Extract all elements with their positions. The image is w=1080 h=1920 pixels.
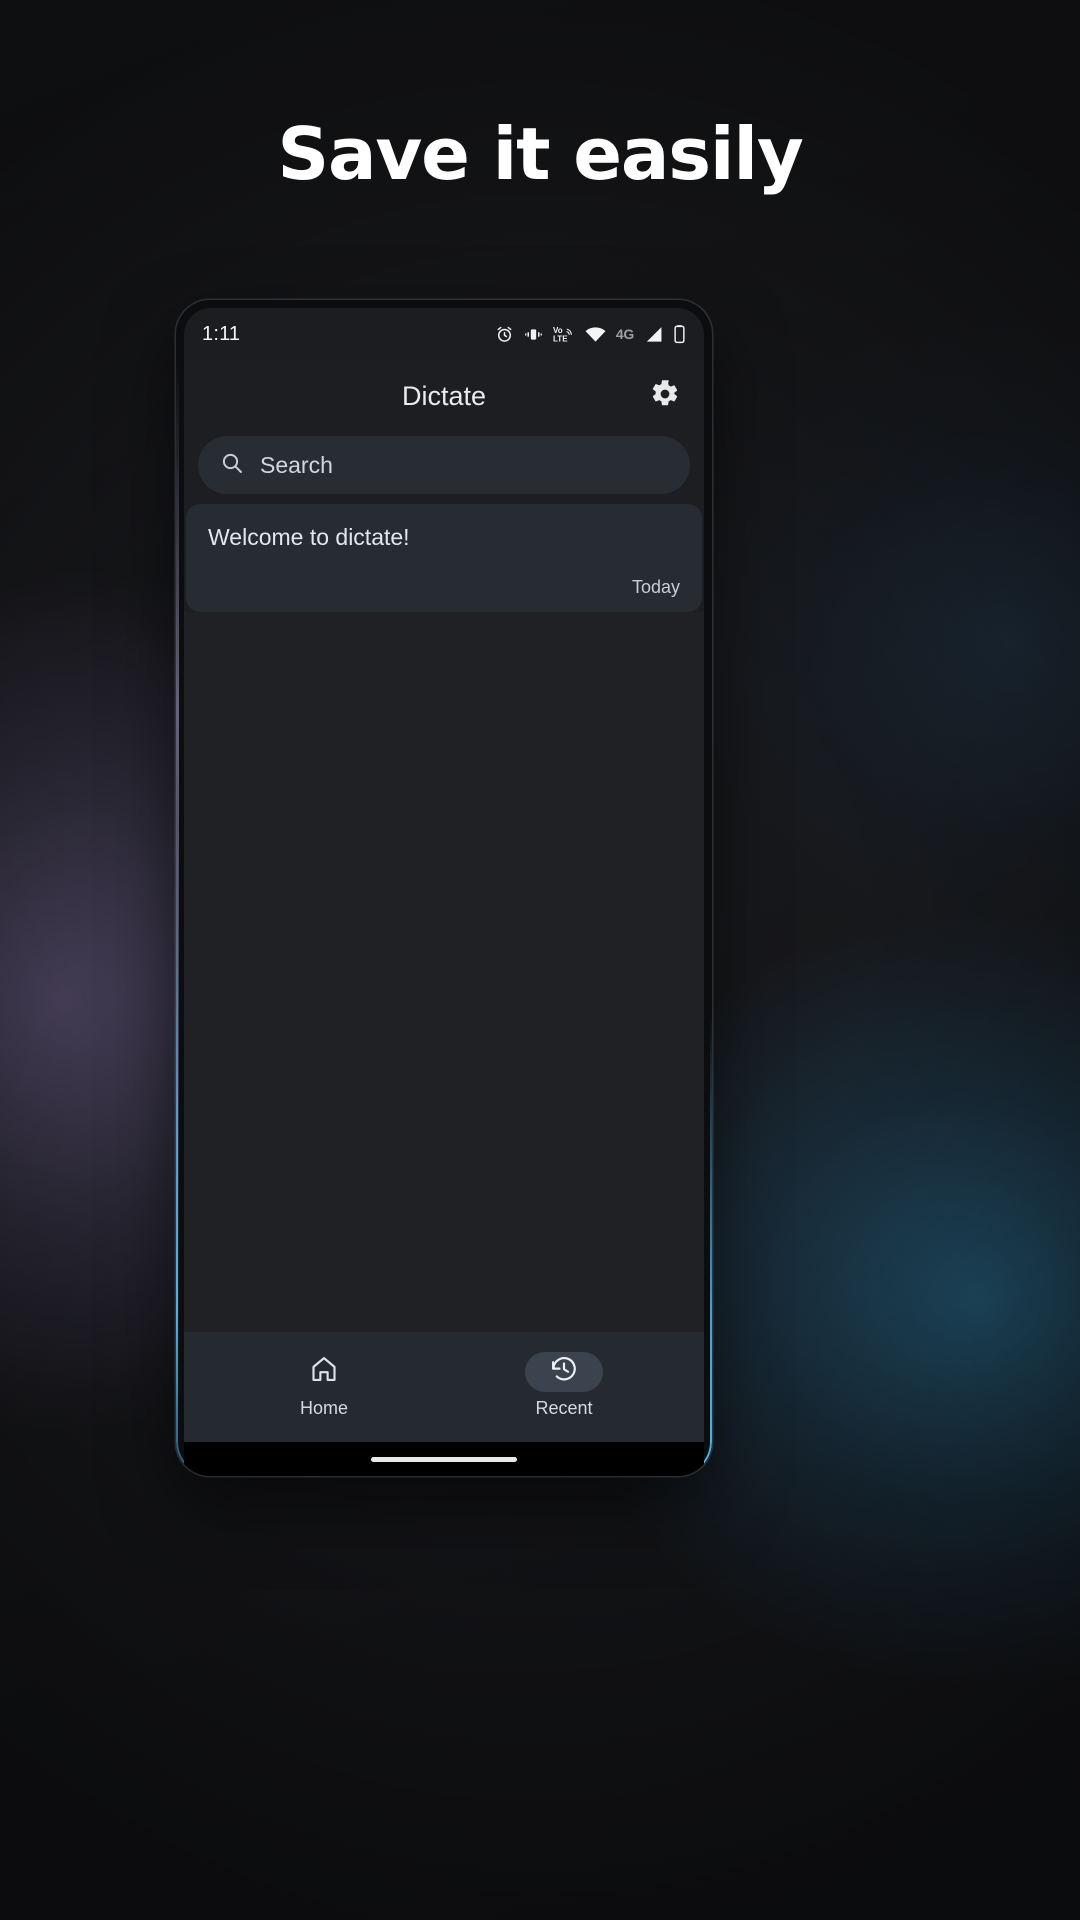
nav-pill-recent [525,1351,603,1392]
search-container: Search [184,432,704,504]
phone-edge-glow-left [176,360,179,1356]
nav-item-recent[interactable]: Recent [498,1351,630,1419]
nav-pill-home [285,1352,363,1392]
phone-screen: 1:11 Vo LTE 4G Dictate Search Welcome to… [184,308,704,1476]
search-input[interactable]: Search [198,436,690,494]
phone-mockup: 1:11 Vo LTE 4G Dictate Search Welcome to… [176,300,712,1476]
gear-icon [650,379,680,414]
nav-item-home[interactable]: Home [258,1352,390,1419]
status-bar-clock: 1:11 [202,322,241,345]
cellular-signal-icon [644,326,663,343]
nav-label-recent: Recent [535,1397,593,1418]
battery-icon [673,324,686,344]
bottom-navigation: Home Recent [184,1332,704,1442]
app-title: Dictate [401,380,487,411]
gesture-bar[interactable] [371,1456,517,1462]
search-placeholder: Search [260,451,333,478]
status-bar-icons: Vo LTE 4G [495,324,686,344]
alarm-icon [495,325,514,344]
settings-button[interactable] [648,379,682,413]
note-list-empty-area [184,612,704,1332]
note-date: Today [631,577,680,597]
note-title: Welcome to dictate! [208,524,410,550]
nav-label-home: Home [299,1397,348,1418]
network-type-label: 4G [615,326,634,342]
promo-headline: Save it easily [277,112,803,196]
note-list-item[interactable]: Welcome to dictate! Today [186,504,702,612]
wifi-icon [585,326,606,343]
status-bar: 1:11 Vo LTE 4G [184,308,704,360]
history-icon [549,1354,579,1389]
vibrate-icon [524,325,543,344]
svg-text:LTE: LTE [553,335,568,344]
home-icon [309,1354,339,1389]
volte-icon: Vo LTE [553,324,575,344]
gesture-navigation-area [184,1442,704,1476]
app-bar: Dictate [184,360,704,432]
search-icon [220,451,244,480]
